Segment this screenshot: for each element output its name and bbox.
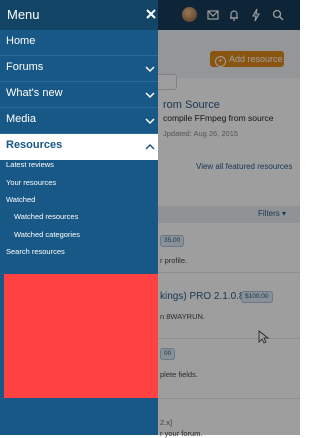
redacted-block (4, 274, 158, 398)
nav-item-label: Forums (6, 61, 44, 73)
nav-item-forums[interactable]: Forums (0, 56, 158, 82)
chevron-up-icon[interactable] (144, 142, 156, 152)
submenu-latest-reviews[interactable]: Latest reviews (6, 160, 54, 169)
submenu-your-resources[interactable]: Your resources (6, 178, 56, 187)
nav-item-media[interactable]: Media (0, 108, 158, 134)
submenu-watched-categories[interactable]: Watched categories (14, 230, 80, 239)
chevron-down-icon[interactable] (144, 116, 156, 126)
off-canvas-menu: Menu Home Forums What's new Media Resour… (0, 0, 158, 435)
nav-item-home[interactable]: Home (0, 30, 158, 56)
menu-header: Menu (0, 0, 158, 30)
nav-item-label: Home (6, 35, 36, 47)
submenu-search-resources[interactable]: Search resources (6, 247, 65, 256)
nav-item-label: Media (6, 113, 36, 125)
nav-item-whats-new[interactable]: What's new (0, 82, 158, 108)
nav-item-label: Resources (6, 139, 63, 151)
submenu-watched[interactable]: Watched (6, 195, 35, 204)
chevron-down-icon[interactable] (144, 90, 156, 100)
chevron-down-icon[interactable] (144, 64, 156, 74)
submenu-watched-resources[interactable]: Watched resources (14, 212, 78, 221)
nav-item-resources[interactable]: Resources (0, 134, 158, 160)
close-icon[interactable] (143, 6, 159, 22)
nav-item-label: What's new (6, 87, 63, 99)
menu-title: Menu (7, 7, 40, 22)
